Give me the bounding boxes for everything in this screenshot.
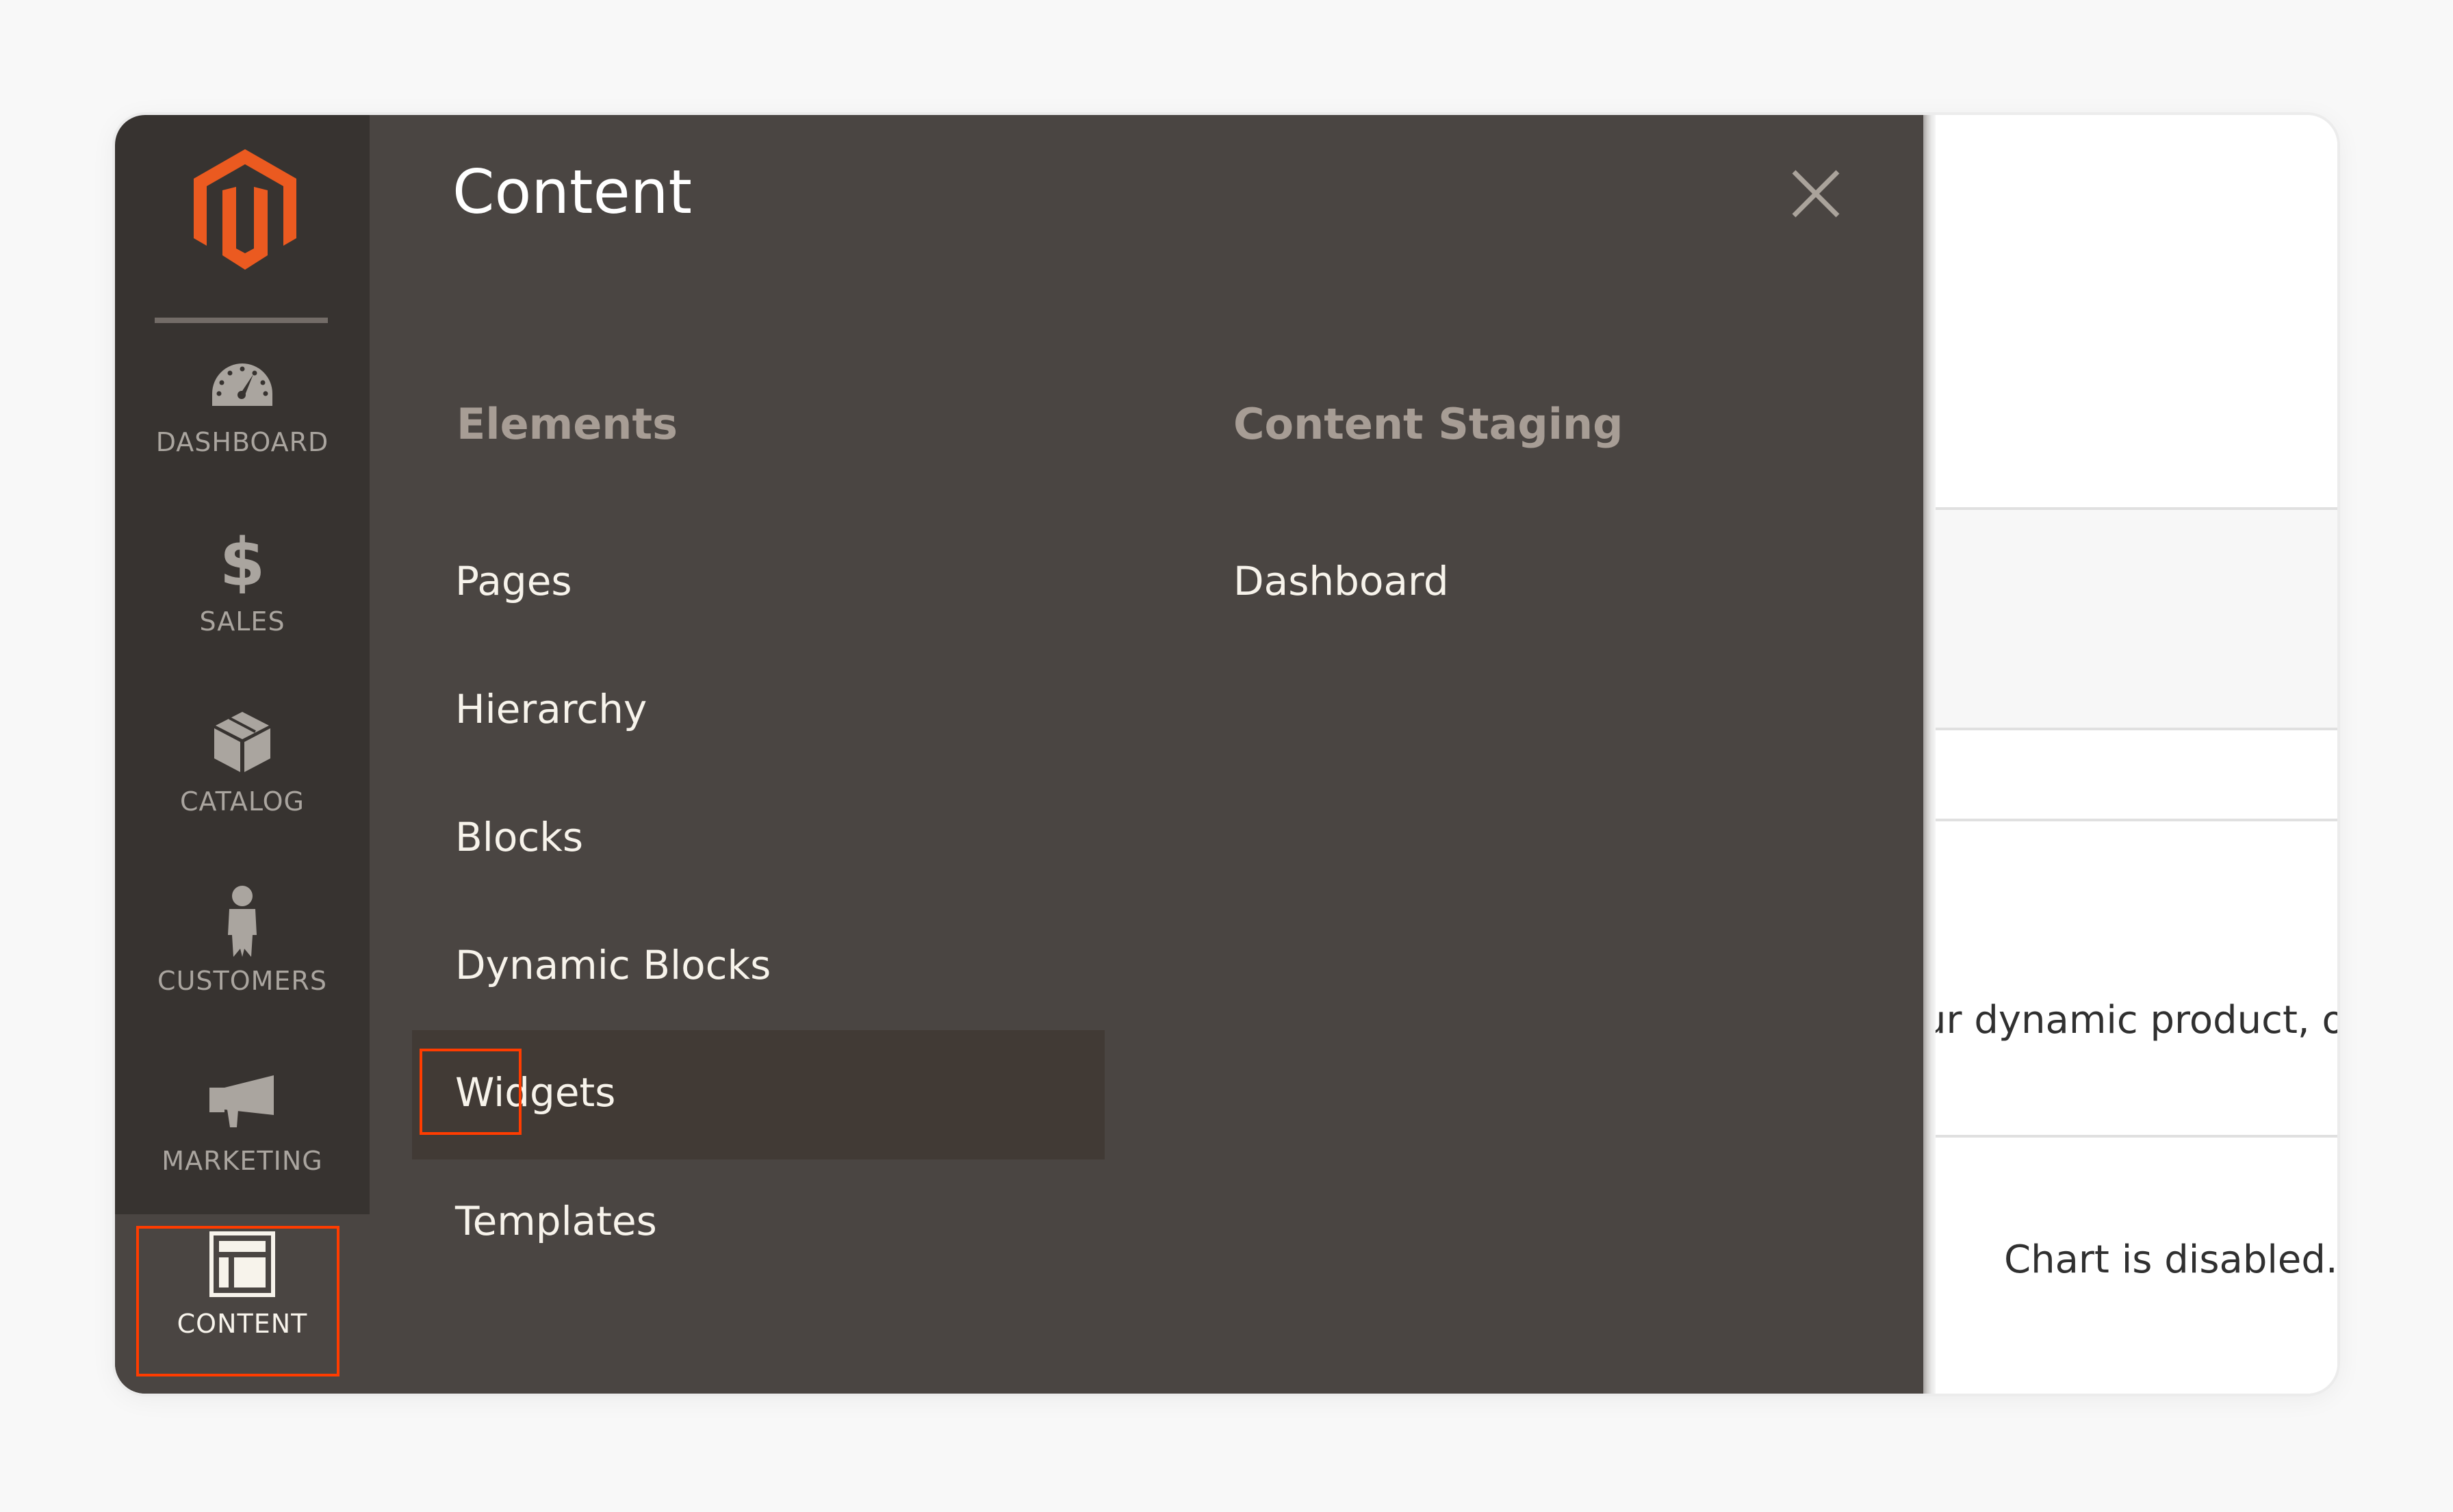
menu-item-widgets[interactable]: Widgets xyxy=(412,1030,1105,1159)
layout-icon xyxy=(208,1231,277,1297)
column-header-elements: Elements xyxy=(457,399,678,449)
sidebar-item-customers[interactable]: CUSTOMERS xyxy=(115,871,370,1051)
sidebar-item-marketing[interactable]: MARKETING xyxy=(115,1051,370,1231)
divider xyxy=(1923,728,2337,730)
divider xyxy=(1923,1135,2337,1138)
sidebar-item-label: DASHBOARD xyxy=(155,427,329,457)
sidebar-item-label: CATALOG xyxy=(179,786,305,817)
box-icon xyxy=(208,711,277,773)
menu-item-label: Widgets xyxy=(455,1068,616,1116)
sidebar-divider xyxy=(155,318,328,323)
background-description-text: ur dynamic product, or xyxy=(1922,998,2337,1042)
megaphone-icon xyxy=(208,1071,277,1132)
menu-item-staging-dashboard[interactable]: Dashboard xyxy=(1190,519,1875,648)
column-header-content-staging: Content Staging xyxy=(1233,399,1623,449)
menu-item-hierarchy[interactable]: Hierarchy xyxy=(412,647,1105,776)
menu-item-label: Dashboard xyxy=(1233,557,1449,604)
sidebar-item-content[interactable]: CONTENT xyxy=(115,1214,370,1394)
sidebar-item-label: CONTENT xyxy=(177,1309,308,1339)
sidebar-item-label: MARKETING xyxy=(162,1146,323,1176)
dashboard-gauge-icon xyxy=(208,352,277,413)
admin-window: ur dynamic product, or Chart is disabled… xyxy=(115,115,2337,1394)
menu-item-label: Hierarchy xyxy=(455,685,647,732)
sidebar-item-label: CUSTOMERS xyxy=(157,966,327,996)
menu-item-blocks[interactable]: Blocks xyxy=(412,775,1105,904)
background-page xyxy=(1936,115,2337,1394)
close-button[interactable] xyxy=(1785,163,1847,225)
menu-item-templates[interactable]: Templates xyxy=(412,1159,1105,1288)
admin-sidebar: DASHBOARD $ SALES CATALOG CUSTOMERS MARK… xyxy=(115,115,370,1394)
dollar-icon: $ xyxy=(208,530,277,593)
menu-item-pages[interactable]: Pages xyxy=(412,519,1105,648)
sidebar-item-label: SALES xyxy=(199,606,285,637)
magento-logo-icon xyxy=(194,149,296,270)
sidebar-item-dashboard[interactable]: DASHBOARD xyxy=(115,333,370,512)
panel-shadow xyxy=(1923,115,1936,1394)
menu-item-label: Templates xyxy=(455,1197,657,1244)
svg-text:$: $ xyxy=(222,530,263,593)
divider xyxy=(1923,819,2337,821)
sidebar-item-catalog[interactable]: CATALOG xyxy=(115,692,370,871)
menu-item-dynamic-blocks[interactable]: Dynamic Blocks xyxy=(412,903,1105,1032)
menu-item-label: Pages xyxy=(455,557,572,604)
chart-disabled-text: Chart is disabled. xyxy=(2004,1238,2337,1282)
background-page-band xyxy=(1923,509,2337,729)
menu-item-label: Dynamic Blocks xyxy=(455,941,771,988)
menu-item-label: Blocks xyxy=(455,813,584,860)
sidebar-item-sales[interactable]: $ SALES xyxy=(115,512,370,691)
panel-title: Content xyxy=(452,157,692,227)
person-icon xyxy=(208,886,277,957)
close-icon xyxy=(1792,170,1840,218)
magento-logo[interactable] xyxy=(194,149,296,270)
divider xyxy=(1923,507,2337,510)
